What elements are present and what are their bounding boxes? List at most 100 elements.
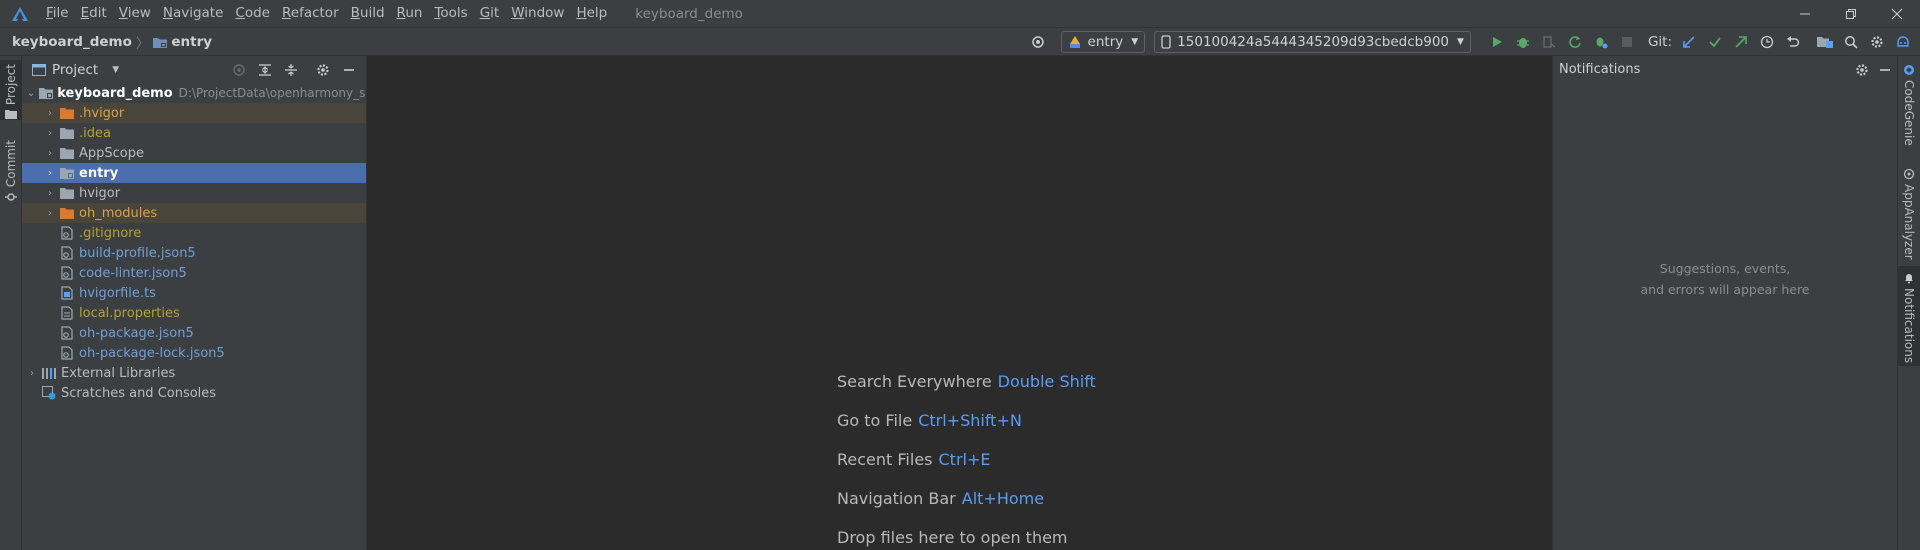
- rollback-icon[interactable]: [1780, 29, 1806, 55]
- notifications-tool-tab[interactable]: Notifications: [1898, 266, 1920, 366]
- codegenie-icon: [1903, 64, 1915, 76]
- project-structure-icon[interactable]: [1812, 29, 1838, 55]
- menu-help[interactable]: Help: [570, 0, 613, 27]
- tree-item-entry[interactable]: › entry: [22, 163, 366, 183]
- menu-view[interactable]: View: [113, 0, 157, 27]
- tree-item-oh-package[interactable]: oh-package.json5: [22, 323, 366, 343]
- hide-panel-icon[interactable]: [1879, 64, 1891, 76]
- tree-item-oh-modules[interactable]: › oh_modules: [22, 203, 366, 223]
- chevron-right-icon[interactable]: ›: [42, 148, 58, 159]
- appanalyzer-tool-tab[interactable]: AppAnalyzer: [1898, 166, 1920, 266]
- menu-build[interactable]: Build: [345, 0, 391, 27]
- notifications-title: Notifications: [1559, 62, 1641, 77]
- typescript-file-icon: [58, 285, 76, 301]
- folder-icon: [58, 185, 76, 201]
- git-push-icon[interactable]: [1728, 29, 1754, 55]
- device-select[interactable]: 150100424a5444345209d93cbedcb900 ▼: [1154, 31, 1471, 53]
- debug-icon[interactable]: [1510, 29, 1536, 55]
- config-file-icon: [58, 225, 76, 241]
- tree-item-code-linter[interactable]: code-linter.json5: [22, 263, 366, 283]
- git-update-icon[interactable]: [1676, 29, 1702, 55]
- tree-item-label: hvigorfile.ts: [79, 285, 156, 301]
- breadcrumb-project[interactable]: keyboard_demo: [12, 34, 132, 50]
- tree-item-build-profile[interactable]: build-profile.json5: [22, 243, 366, 263]
- deveco-assistant-icon[interactable]: [1890, 29, 1916, 55]
- close-button[interactable]: [1874, 0, 1920, 27]
- chevron-down-icon[interactable]: ⌄: [24, 88, 38, 99]
- phone-icon: [1161, 35, 1171, 49]
- notifications-tab-label: Notifications: [1902, 288, 1916, 364]
- chevron-right-icon[interactable]: ›: [42, 128, 58, 139]
- expand-all-icon[interactable]: [252, 63, 278, 77]
- tree-root-row[interactable]: ⌄ keyboard_demo D:\ProjectData\openharmo…: [22, 83, 366, 103]
- run-icon[interactable]: [1484, 29, 1510, 55]
- chevron-right-icon[interactable]: ›: [42, 108, 58, 119]
- tree-item-idea[interactable]: › .idea: [22, 123, 366, 143]
- libraries-icon: [40, 365, 58, 381]
- attach-debugger-icon[interactable]: [1536, 29, 1562, 55]
- tree-item-scratches[interactable]: Scratches and Consoles: [22, 383, 366, 403]
- tree-item-local-properties[interactable]: local.properties: [22, 303, 366, 323]
- menu-refactor[interactable]: Refactor: [276, 0, 345, 27]
- locate-file-icon[interactable]: [226, 63, 252, 77]
- minimize-button[interactable]: [1782, 0, 1828, 27]
- chevron-right-icon[interactable]: ›: [24, 368, 40, 379]
- settings-gear-icon[interactable]: [1864, 29, 1890, 55]
- commit-icon: [5, 191, 17, 203]
- chevron-right-icon[interactable]: ›: [42, 168, 58, 179]
- menu-git[interactable]: Git: [474, 0, 506, 27]
- commit-tool-tab[interactable]: Commit: [0, 136, 22, 201]
- notifications-gear-icon[interactable]: [1855, 63, 1869, 77]
- hint-recent-files: Recent Files Ctrl+E: [837, 450, 990, 469]
- chevron-right-icon[interactable]: ›: [42, 208, 58, 219]
- git-commit-icon[interactable]: [1702, 29, 1728, 55]
- config-file-icon: [58, 265, 76, 281]
- target-icon[interactable]: [1025, 29, 1051, 55]
- apply-changes-icon[interactable]: [1562, 29, 1588, 55]
- appanalyzer-tab-label: AppAnalyzer: [1902, 184, 1916, 260]
- tree-item-hvigorfile[interactable]: hvigorfile.ts: [22, 283, 366, 303]
- hide-panel-icon[interactable]: [336, 64, 362, 76]
- run-config-label: entry: [1087, 34, 1124, 50]
- menu-run[interactable]: Run: [391, 0, 429, 27]
- project-view-icon: [32, 63, 46, 76]
- project-tool-tab[interactable]: Project: [0, 60, 22, 120]
- history-icon[interactable]: [1754, 29, 1780, 55]
- editor-empty-area[interactable]: Search Everywhere Double Shift Go to File…: [367, 56, 1552, 550]
- project-tree: ⌄ keyboard_demo D:\ProjectData\openharmo…: [22, 83, 366, 403]
- menu-edit[interactable]: Edit: [75, 0, 113, 27]
- right-tool-stripe: CodeGenie AppAnalyzer Notifications: [1897, 56, 1920, 550]
- config-file-icon: [58, 345, 76, 361]
- tree-item-appscope[interactable]: › AppScope: [22, 143, 366, 163]
- panel-settings-gear-icon[interactable]: [310, 63, 336, 77]
- tree-item-external-libraries[interactable]: › External Libraries: [22, 363, 366, 383]
- project-folder-icon: [38, 85, 54, 101]
- device-label: 150100424a5444345209d93cbedcb900: [1177, 34, 1450, 50]
- chevron-down-icon[interactable]: ▼: [112, 65, 119, 75]
- menu-tools[interactable]: Tools: [428, 0, 473, 27]
- search-icon[interactable]: [1838, 29, 1864, 55]
- tree-item-label: External Libraries: [61, 365, 176, 381]
- tree-item-oh-package-lock[interactable]: oh-package-lock.json5: [22, 343, 366, 363]
- menu-window[interactable]: Window: [505, 0, 570, 27]
- tree-item-hvigor-hidden[interactable]: › .hvigor: [22, 103, 366, 123]
- codegenie-tool-tab[interactable]: CodeGenie: [1898, 62, 1920, 152]
- restore-button[interactable]: [1828, 0, 1874, 27]
- chevron-right-icon[interactable]: ›: [42, 188, 58, 199]
- collapse-all-icon[interactable]: [278, 63, 304, 77]
- tree-item-gitignore[interactable]: .gitignore: [22, 223, 366, 243]
- profiler-icon[interactable]: [1588, 29, 1614, 55]
- tree-item-label: entry: [79, 165, 119, 181]
- breadcrumb-module[interactable]: entry: [171, 34, 212, 50]
- menu-file[interactable]: File: [40, 0, 75, 27]
- codegenie-tab-label: CodeGenie: [1902, 80, 1916, 146]
- stop-icon[interactable]: [1614, 29, 1640, 55]
- menu-navigate[interactable]: Navigate: [157, 0, 230, 27]
- run-config-select[interactable]: entry ▼: [1060, 31, 1146, 53]
- deveco-logo-icon[interactable]: [0, 0, 40, 27]
- tree-item-hvigor[interactable]: › hvigor: [22, 183, 366, 203]
- menu-code[interactable]: Code: [229, 0, 276, 27]
- chevron-down-icon: ▼: [1131, 37, 1139, 47]
- project-view-title[interactable]: Project: [52, 62, 98, 78]
- hint-shortcut: Double Shift: [997, 372, 1096, 391]
